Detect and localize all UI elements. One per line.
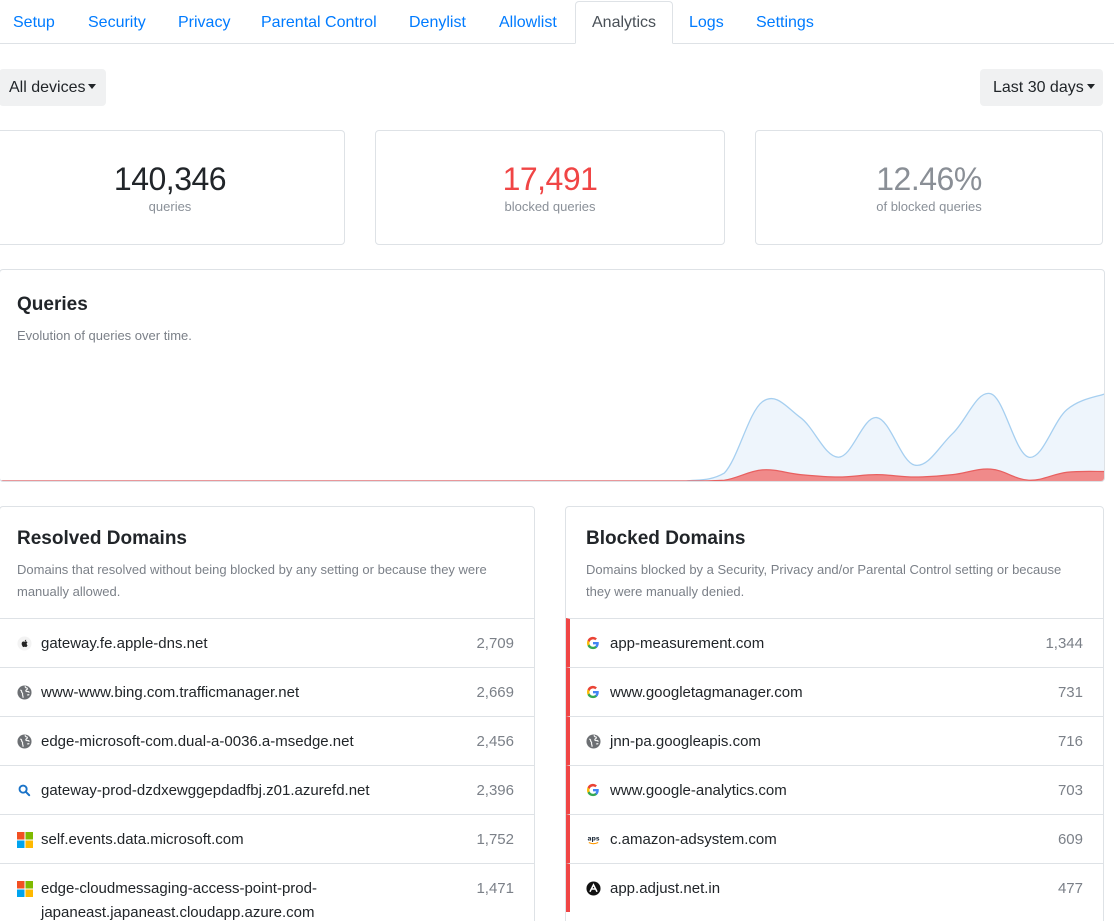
apple-icon	[17, 636, 32, 651]
range-dropdown[interactable]: Last 30 days	[980, 69, 1103, 106]
resolved-row[interactable]: edge-microsoft-com.dual-a-0036.a-msedge.…	[0, 716, 534, 765]
resolved-domain: self.events.data.microsoft.com	[41, 831, 244, 848]
tab-security[interactable]: Security	[88, 2, 146, 44]
caret-down-icon	[1086, 84, 1095, 89]
blocked-label: blocked queries	[504, 199, 596, 214]
globe-icon	[17, 734, 32, 749]
svg-text:aps: aps	[587, 835, 599, 842]
stat-card-queries: 140,346 queries	[0, 130, 345, 245]
blocked-percent: 12.46%	[876, 161, 982, 197]
tab-analytics[interactable]: Analytics	[575, 1, 674, 44]
stat-card-percent: 12.46% of blocked queries	[755, 130, 1103, 245]
amazon-ads-icon: aps	[586, 832, 601, 847]
tab-allowlist[interactable]: Allowlist	[499, 2, 557, 44]
google-icon	[586, 783, 601, 798]
tab-settings[interactable]: Settings	[756, 2, 814, 44]
blocked-count: 17,491	[502, 161, 598, 197]
resolved-subtitle: Domains that resolved without being bloc…	[17, 562, 487, 599]
tab-denylist[interactable]: Denylist	[409, 2, 466, 44]
queries-area	[1, 393, 1104, 481]
resolved-list: gateway.fe.apple-dns.net 2,709 www-www.bin…	[0, 618, 534, 921]
queries-count: 140,346	[113, 161, 227, 197]
queries-chart	[1, 392, 1104, 481]
blocked-domain: app.adjust.net.in	[610, 880, 721, 897]
resolved-domain: edge-cloudmessaging-access-point-prod-ja…	[41, 880, 317, 921]
resolved-domain: edge-microsoft-com.dual-a-0036.a-msedge.…	[41, 733, 354, 750]
blocked-title: Blocked Domains	[586, 528, 746, 549]
blocked-subtitle: Domains blocked by a Security, Privacy a…	[586, 562, 1062, 599]
devices-dropdown-label: All devices	[9, 79, 86, 96]
blocked-domains-panel: Blocked Domains Domains blocked by a Sec…	[565, 506, 1104, 921]
resolved-row[interactable]: www-www.bing.com.trafficmanager.net 2,669	[0, 667, 534, 716]
queries-label: queries	[148, 199, 192, 214]
adjust-icon	[586, 881, 601, 896]
blocked-domain: www.google-analytics.com	[610, 782, 787, 799]
tab-logs[interactable]: Logs	[689, 2, 724, 44]
blocked-domain: app-measurement.com	[610, 635, 765, 652]
blocked-count: 716	[1057, 733, 1083, 750]
resolved-title: Resolved Domains	[17, 528, 187, 549]
resolved-count: 1,752	[476, 831, 514, 848]
blocked-row[interactable]: app.adjust.net.in 477	[566, 863, 1103, 912]
blocked-row[interactable]: app-measurement.com 1,344	[566, 618, 1103, 667]
microsoft-icon	[17, 881, 33, 897]
tab-parental-control[interactable]: Parental Control	[261, 2, 377, 44]
resolved-domain: gateway-prod-dzdxewggepdadfbj.z01.azuref…	[41, 782, 370, 799]
blocked-count: 731	[1057, 684, 1083, 701]
tab-setup[interactable]: Setup	[13, 2, 55, 44]
blocked-domain: jnn-pa.googleapis.com	[610, 733, 761, 750]
resolved-row[interactable]: self.events.data.microsoft.com 1,752	[0, 814, 534, 863]
blocked-row[interactable]: jnn-pa.googleapis.com 716	[566, 716, 1103, 765]
blocked-row[interactable]: aps c.amazon-adsystem.com 609	[566, 814, 1103, 863]
blocked-row[interactable]: www.googletagmanager.com 731	[566, 667, 1103, 716]
resolved-row[interactable]: gateway-prod-dzdxewggepdadfbj.z01.azuref…	[0, 765, 534, 814]
google-icon	[586, 636, 601, 651]
globe-icon	[586, 734, 601, 749]
blocked-count: 609	[1057, 831, 1083, 848]
nav-tabs: Setup Security Privacy Parental Control …	[0, 0, 1114, 44]
resolved-count: 1,471	[476, 880, 514, 897]
resolved-count: 2,396	[476, 782, 514, 799]
range-dropdown-label: Last 30 days	[993, 79, 1084, 96]
resolved-row[interactable]: gateway.fe.apple-dns.net 2,709	[0, 618, 534, 667]
blocked-domain: c.amazon-adsystem.com	[610, 831, 777, 848]
blocked-count: 1,344	[1045, 635, 1083, 652]
resolved-row[interactable]: edge-cloudmessaging-access-point-prod-ja…	[0, 863, 534, 921]
stat-card-blocked: 17,491 blocked queries	[375, 130, 725, 245]
resolved-domain: gateway.fe.apple-dns.net	[41, 635, 208, 652]
queries-panel: Queries Evolution of queries over time.	[0, 269, 1105, 482]
resolved-domain: www-www.bing.com.trafficmanager.net	[41, 684, 300, 701]
blocked-percent-label: of blocked queries	[876, 199, 982, 214]
caret-down-icon	[88, 84, 97, 89]
microsoft-icon	[17, 832, 33, 848]
resolved-count: 2,456	[476, 733, 514, 750]
devices-dropdown[interactable]: All devices	[0, 69, 107, 106]
google-icon	[586, 685, 601, 700]
blocked-count: 703	[1057, 782, 1083, 799]
queries-subtitle: Evolution of queries over time.	[17, 328, 192, 343]
blocked-count: 477	[1057, 880, 1083, 897]
blocked-domain: www.googletagmanager.com	[610, 684, 803, 701]
globe-icon	[17, 685, 32, 700]
tab-privacy[interactable]: Privacy	[178, 2, 230, 44]
blocked-list: app-measurement.com 1,344 www.googletagman…	[566, 618, 1103, 912]
resolved-count: 2,709	[476, 635, 514, 652]
search-icon	[17, 783, 32, 798]
queries-title: Queries	[17, 294, 88, 315]
resolved-count: 2,669	[476, 684, 514, 701]
resolved-domains-panel: Resolved Domains Domains that resolved w…	[0, 506, 535, 921]
blocked-row[interactable]: www.google-analytics.com 703	[566, 765, 1103, 814]
